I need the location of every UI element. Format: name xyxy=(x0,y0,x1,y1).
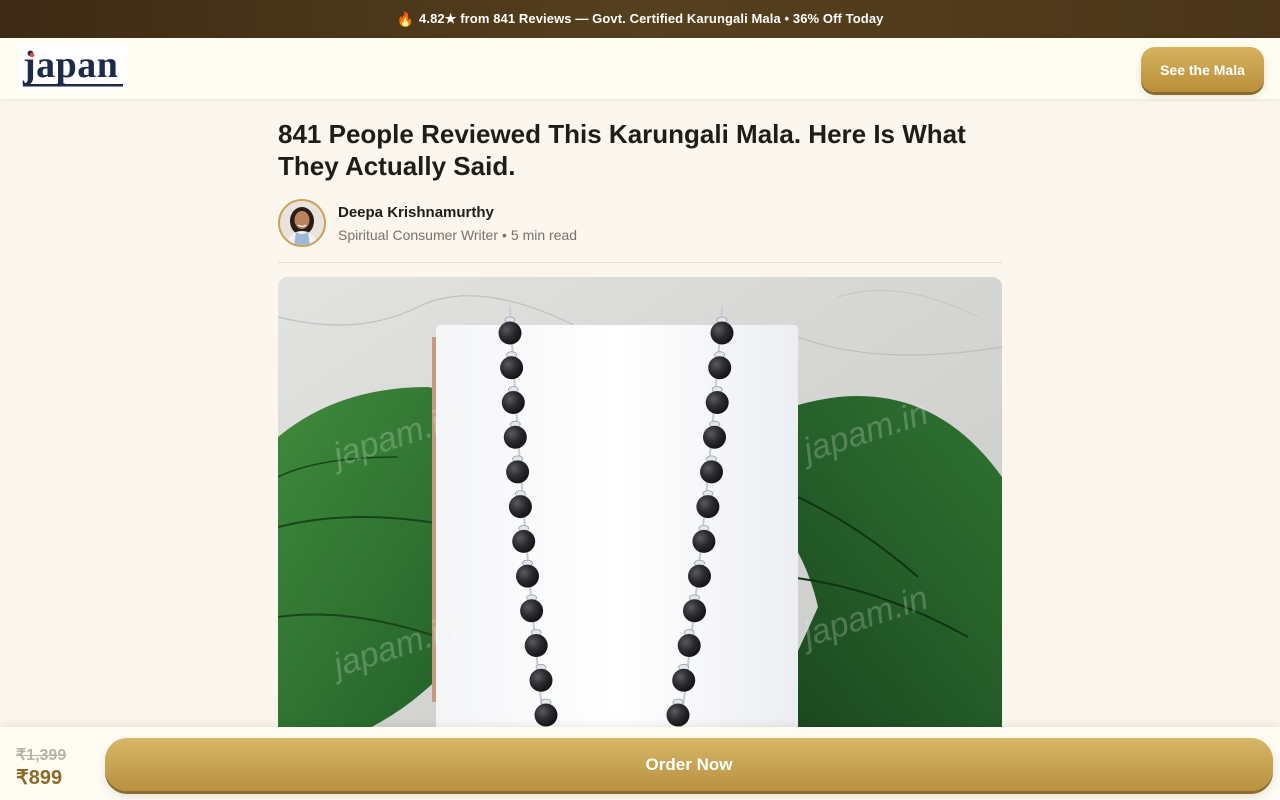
mala-bead xyxy=(512,529,536,553)
read-time: 5 min read xyxy=(510,227,578,243)
mala-bead xyxy=(500,356,524,380)
mala-bead xyxy=(534,703,558,727)
mala-bead xyxy=(524,634,548,657)
svg-text:japan: japan xyxy=(22,46,118,86)
site-header: japan See the Mala xyxy=(0,38,1280,99)
see-the-mala-button[interactable]: See the Mala xyxy=(1141,47,1264,92)
mala-bead xyxy=(508,495,532,519)
mala-bead xyxy=(529,668,553,692)
sale-price: ₹899 xyxy=(16,767,63,789)
mala-bead xyxy=(696,495,720,519)
order-now-button[interactable]: Order Now xyxy=(105,738,1273,791)
purchase-bar: ₹1,399 ₹899 Order Now xyxy=(0,727,1280,800)
author-byline: Deepa Krishnamurthy Spiritual Consumer W… xyxy=(278,199,1002,247)
article: 841 People Reviewed This Karungali Mala.… xyxy=(278,118,1002,263)
mala-bead xyxy=(520,599,544,623)
product-hero-image: japam.in japam.in japam.in japam.in xyxy=(278,277,1002,747)
mala-bead xyxy=(503,425,527,449)
mala-bead xyxy=(710,321,734,345)
mala-bead xyxy=(703,425,726,449)
mala-bead xyxy=(498,321,522,345)
mala-bead xyxy=(666,703,690,727)
mala-bead xyxy=(501,391,525,414)
author-avatar xyxy=(278,199,326,247)
article-headline: 841 People Reviewed This Karungali Mala.… xyxy=(278,119,966,181)
mala-bead xyxy=(708,356,732,380)
original-price: ₹1,399 xyxy=(16,747,67,764)
mala-bead xyxy=(672,668,696,692)
mala-bead xyxy=(705,391,729,414)
mala-bead xyxy=(688,564,711,588)
mala-bead xyxy=(677,634,701,657)
announcement-text: 4.82★ from 841 Reviews — Govt. Certified… xyxy=(419,11,884,26)
author-name: Deepa Krishnamurthy xyxy=(338,204,494,221)
announcement-bar: 🔥 4.82★ from 841 Reviews — Govt. Certifi… xyxy=(0,0,1280,38)
meta-separator: • xyxy=(502,227,507,243)
fire-icon: 🔥 xyxy=(396,10,415,27)
mala-bead xyxy=(692,529,716,553)
byline-divider xyxy=(278,262,1002,263)
mala-bead xyxy=(506,460,530,484)
mala-bead xyxy=(683,599,706,623)
mala-bead xyxy=(700,460,723,484)
author-meta: Spiritual Consumer Writer • 5 min read xyxy=(338,227,577,243)
mala-bead xyxy=(516,564,539,588)
brand-logo[interactable]: japan xyxy=(18,44,128,92)
author-role: Spiritual Consumer Writer xyxy=(338,227,499,243)
